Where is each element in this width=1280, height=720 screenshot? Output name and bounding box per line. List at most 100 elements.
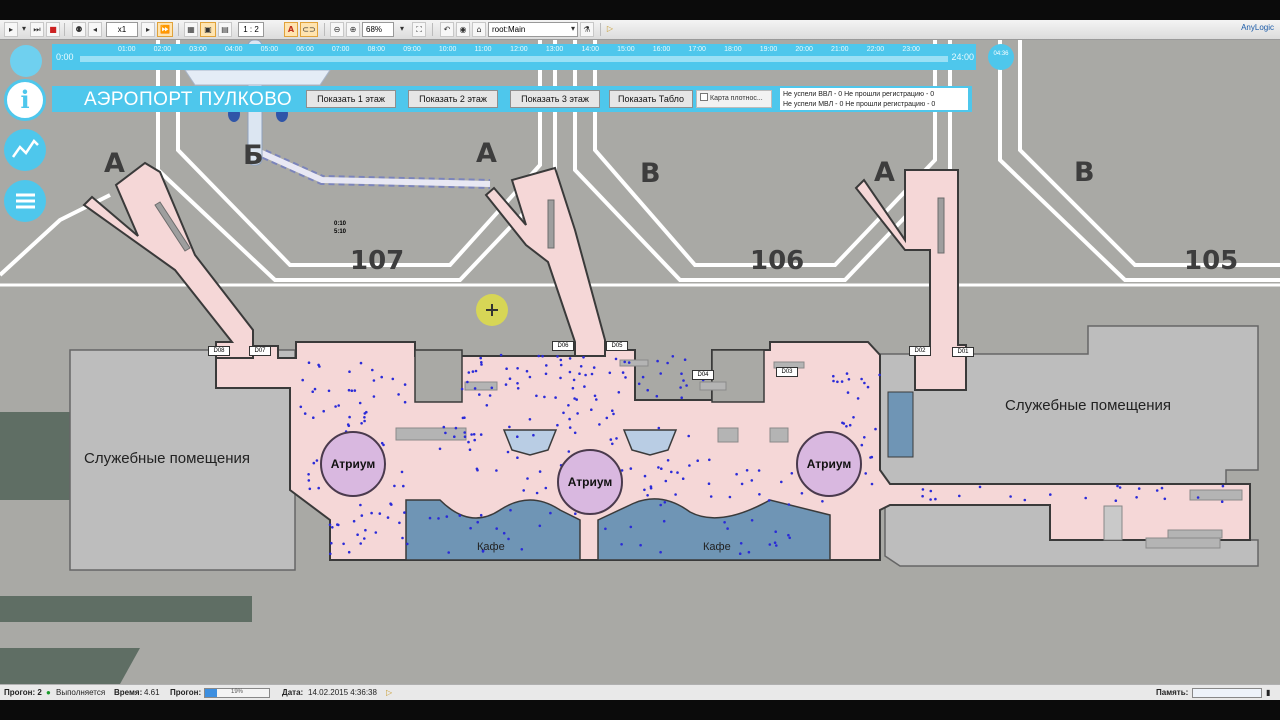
gate-tag[interactable]: D08: [208, 346, 230, 356]
passenger-dot: [535, 491, 539, 495]
experiment-icon[interactable]: ⚗: [580, 22, 594, 37]
layout-icon[interactable]: ▦: [184, 22, 198, 37]
timeline-hour-label: 01:00: [118, 46, 136, 53]
timeline-bar[interactable]: 0:00 01:00 02:00 03:00 04:00 05:00 06:00 07:00…: [52, 44, 976, 70]
passenger-dot: [666, 459, 670, 462]
gate-letter-label: A: [104, 148, 125, 179]
passenger-dot: [516, 456, 519, 460]
passenger-dot: [576, 412, 579, 415]
atrium-left[interactable]: Атриум: [320, 431, 386, 497]
passenger-dot: [365, 410, 368, 414]
speed-field[interactable]: x1: [106, 22, 138, 37]
passenger-dot: [659, 550, 662, 554]
atrium-right[interactable]: Атриум: [796, 431, 862, 497]
chart-line-icon: [11, 139, 39, 158]
step-icon[interactable]: ⏭: [30, 22, 44, 37]
atrium-center[interactable]: Атриум: [557, 449, 623, 515]
move-handle-icon[interactable]: [476, 294, 508, 326]
play-icon[interactable]: ▷: [604, 22, 616, 37]
link-icon[interactable]: ⊂⊃: [300, 22, 318, 37]
camera-icon[interactable]: ◉: [456, 22, 470, 37]
gate-tag[interactable]: D07: [249, 346, 271, 356]
passenger-dot: [660, 467, 663, 471]
chevron-down-icon[interactable]: ▾: [396, 22, 408, 37]
passenger-dot: [535, 394, 538, 398]
checkbox-icon[interactable]: [700, 93, 708, 101]
passenger-dot: [728, 495, 732, 499]
passenger-dot: [526, 477, 529, 480]
passenger-dot: [978, 485, 982, 489]
passenger-dot: [1009, 495, 1012, 498]
show-board-button[interactable]: Показать Табло: [609, 90, 693, 108]
stop-icon[interactable]: ■: [46, 22, 60, 37]
passenger-dot: [655, 394, 659, 398]
timeline-track[interactable]: [80, 56, 948, 62]
passenger-dot: [709, 495, 713, 498]
run-state: Выполняется: [56, 688, 106, 697]
gate-tag[interactable]: D03: [776, 367, 798, 377]
passenger-dot: [629, 525, 633, 529]
gate-tag[interactable]: D02: [909, 346, 931, 356]
passenger-dot: [328, 523, 332, 527]
progress-fill: [205, 689, 218, 697]
passenger-dot: [393, 484, 396, 488]
passenger-dot: [1049, 493, 1052, 496]
text-icon[interactable]: A: [284, 22, 298, 37]
settings-icon[interactable]: [10, 45, 42, 77]
toolbar-separator: [64, 23, 65, 36]
run-icon[interactable]: ▸: [4, 22, 18, 37]
agents-icon[interactable]: ⚉: [72, 22, 86, 37]
passenger-dot: [614, 357, 618, 361]
passenger-dot: [307, 479, 311, 482]
timeline-hour-label: 09:00: [403, 46, 421, 53]
show-floor-2-button[interactable]: Показать 2 этаж: [408, 90, 498, 108]
list-icon[interactable]: [4, 180, 46, 222]
passenger-dot: [646, 388, 649, 392]
passenger-dot: [846, 391, 850, 394]
fit-icon[interactable]: ⛶: [412, 22, 426, 37]
zoom-out-icon[interactable]: ⊖: [330, 22, 344, 37]
realtime-toggle-icon[interactable]: ⏩: [157, 22, 173, 37]
play-icon[interactable]: ▷: [386, 688, 392, 697]
zoom-in-icon[interactable]: ⊕: [346, 22, 360, 37]
view-icon[interactable]: ▣: [200, 22, 216, 37]
folder-icon[interactable]: ⌂: [472, 22, 486, 37]
gc-icon[interactable]: ▮: [1266, 688, 1270, 697]
timeline-hour-label: 08:00: [367, 46, 386, 53]
chart-icon[interactable]: [4, 129, 46, 171]
back-icon[interactable]: ↶: [440, 22, 454, 37]
passenger-dot: [864, 472, 867, 475]
gate-tag[interactable]: D04: [692, 370, 714, 380]
agent-select[interactable]: root:Main: [488, 22, 578, 37]
slower-icon[interactable]: ◂: [88, 22, 102, 37]
table-icon[interactable]: ▤: [218, 22, 232, 37]
density-map-checkbox[interactable]: Карта плотнос...: [696, 90, 772, 108]
show-floor-1-button[interactable]: Показать 1 этаж: [306, 90, 396, 108]
passenger-dot: [568, 417, 571, 421]
passenger-dot: [637, 382, 641, 386]
scale-field[interactable]: 1 : 2: [238, 22, 264, 37]
passenger-dot: [403, 400, 407, 404]
chevron-down-icon[interactable]: ▾: [568, 22, 578, 37]
passenger-dot: [595, 398, 598, 401]
show-floor-3-button[interactable]: Показать 3 этаж: [510, 90, 600, 108]
passenger-dot: [348, 370, 351, 374]
page-title: АЭРОПОРТ ПУЛКОВО: [84, 89, 293, 110]
passenger-dot: [664, 479, 668, 483]
passenger-dot: [696, 459, 699, 463]
gate-tag[interactable]: D06: [552, 341, 574, 351]
info-icon[interactable]: i: [4, 79, 46, 121]
passenger-dot: [866, 385, 870, 389]
zoom-field[interactable]: 68%: [362, 22, 394, 37]
gate-letter-label: A: [874, 157, 895, 188]
chevron-down-icon[interactable]: ▾: [18, 22, 30, 37]
service-area-label: Служебные помещения: [1005, 397, 1172, 414]
passenger-dot: [1084, 496, 1087, 500]
gate-tag[interactable]: D05: [606, 341, 628, 351]
passenger-dot: [508, 425, 511, 429]
passenger-dot: [538, 524, 542, 528]
gate-tag[interactable]: D01: [952, 347, 974, 357]
passenger-dot: [629, 467, 633, 470]
faster-icon[interactable]: ▸: [141, 22, 155, 37]
passenger-dot: [682, 379, 685, 382]
